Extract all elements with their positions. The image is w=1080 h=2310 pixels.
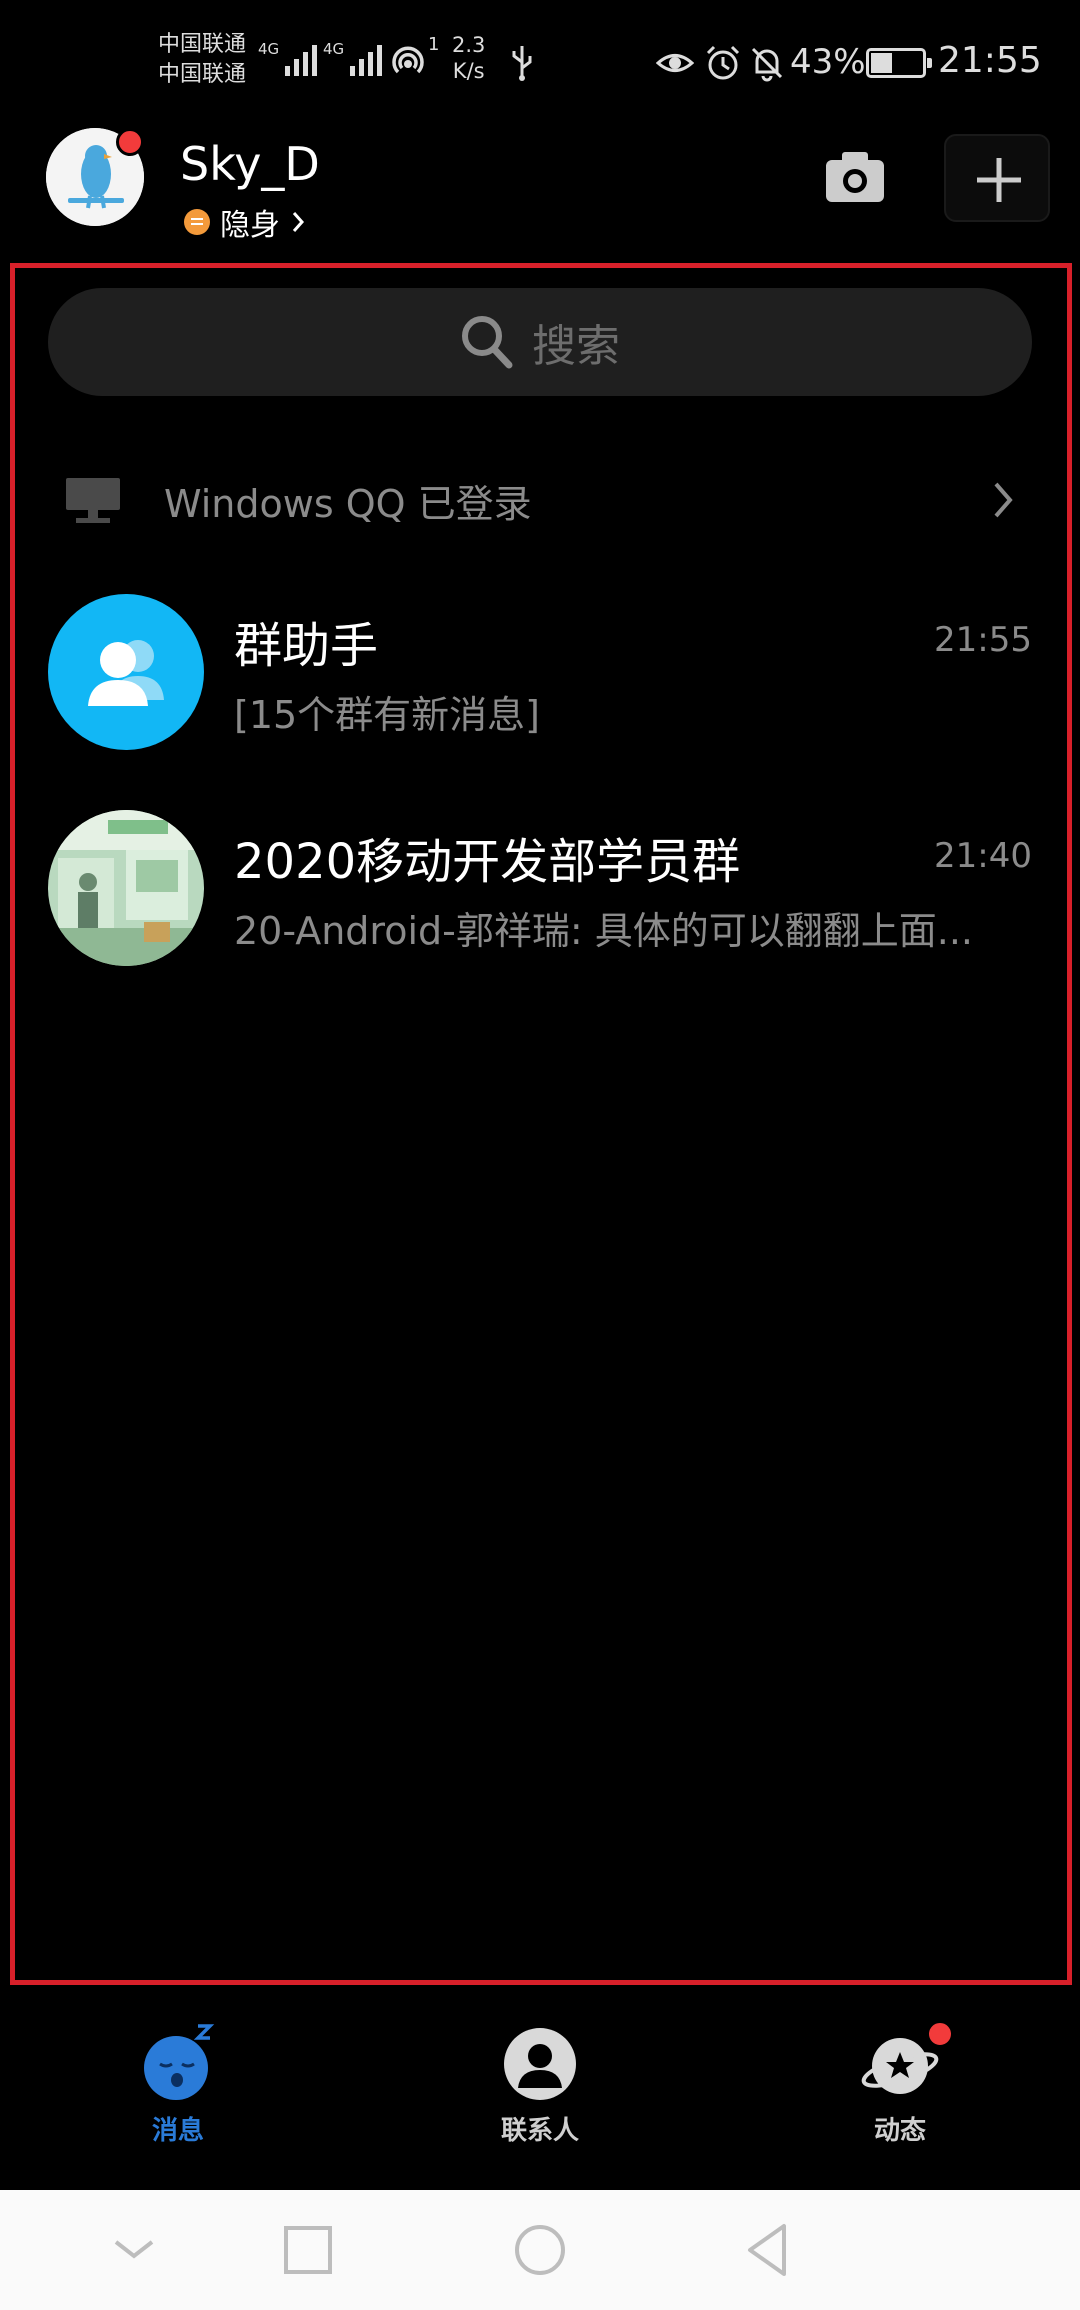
camera-icon[interactable]	[820, 140, 890, 210]
username[interactable]: Sky_D	[180, 137, 320, 191]
speed-unit: K/s	[452, 59, 485, 83]
chat-preview: [15个群有新消息]	[234, 693, 541, 737]
battery-percent: 43%	[790, 42, 866, 82]
carrier-labels: 中国联通 中国联通	[158, 30, 246, 90]
group-assistant-avatar	[48, 594, 204, 750]
home-icon[interactable]	[508, 2218, 572, 2282]
speed-value: 2.3	[452, 33, 486, 57]
tab-messages[interactable]: 消息	[88, 2024, 268, 2164]
tab-label: 联系人	[500, 2116, 579, 2146]
dev-group-avatar	[48, 810, 204, 966]
system-navigation-bar	[0, 2190, 1080, 2310]
tab-label: 动态	[873, 2116, 926, 2146]
chat-name: 群助手	[234, 618, 379, 674]
moments-badge	[926, 2020, 954, 2048]
chat-preview: 20-Android-郭祥瑞: 具体的可以翻翻上面...	[234, 909, 973, 953]
invisible-status-icon	[184, 209, 210, 235]
plus-icon	[977, 158, 1021, 202]
usb-icon	[512, 46, 532, 81]
online-status[interactable]: 隐身	[184, 200, 306, 244]
hotspot-icon	[392, 46, 424, 74]
chat-item-group-assistant[interactable]: 群助手 21:55 [15个群有新消息]	[48, 594, 1032, 754]
search-placeholder: 搜索	[532, 321, 620, 372]
windows-login-notice[interactable]: Windows QQ 已登录	[48, 460, 1032, 540]
carrier-1: 中国联通	[158, 32, 247, 57]
tab-contacts[interactable]: 联系人	[450, 2024, 630, 2164]
status-label: 隐身	[220, 208, 280, 243]
alarm-icon	[706, 45, 740, 80]
chevron-right-icon	[292, 212, 305, 232]
group-assistant-icon	[88, 640, 164, 706]
eye-icon	[656, 54, 694, 72]
carrier-2: 中国联通	[158, 62, 247, 87]
contact-icon	[504, 2028, 576, 2100]
status-time: 21:55	[938, 40, 1042, 81]
search-bar[interactable]: 搜索	[48, 288, 1032, 396]
network-type-1: 4G	[258, 40, 280, 58]
chat-name: 2020移动开发部学员群	[234, 834, 741, 890]
login-notice-text: Windows QQ 已登录	[164, 481, 532, 526]
battery-icon	[866, 48, 932, 78]
search-icon	[462, 316, 513, 369]
chat-time: 21:40	[934, 836, 1032, 876]
hotspot-count: 1	[428, 34, 440, 55]
group-photo	[48, 810, 204, 966]
mute-icon	[751, 47, 783, 82]
bottom-tab-bar: 消息 联系人 动态	[0, 2000, 1080, 2190]
recent-apps-icon[interactable]	[276, 2218, 340, 2282]
network-type-2: 4G	[323, 40, 345, 58]
chevron-right-icon	[994, 482, 1013, 518]
chat-item-dev-group[interactable]: 2020移动开发部学员群 21:40 20-Android-郭祥瑞: 具体的可以…	[48, 810, 1032, 970]
network-speed: 2.3 K/s	[452, 32, 485, 84]
signal-icon: 4G	[258, 40, 318, 76]
tab-moments[interactable]: 动态	[810, 2020, 990, 2164]
sleeping-face-icon	[144, 2024, 215, 2100]
chat-time: 21:55	[934, 620, 1032, 660]
notification-dot	[116, 128, 144, 156]
chevron-down-icon[interactable]	[102, 2218, 166, 2282]
back-icon[interactable]	[738, 2218, 802, 2282]
battery-fill	[871, 53, 892, 73]
tab-label: 消息	[151, 2116, 204, 2146]
add-button[interactable]	[944, 134, 1050, 222]
status-bar: 中国联通 中国联通 4G 4G 1 2.3 K/s 43% 21:55	[0, 0, 1080, 125]
computer-icon	[66, 478, 120, 523]
signal-icon: 4G	[323, 40, 383, 76]
